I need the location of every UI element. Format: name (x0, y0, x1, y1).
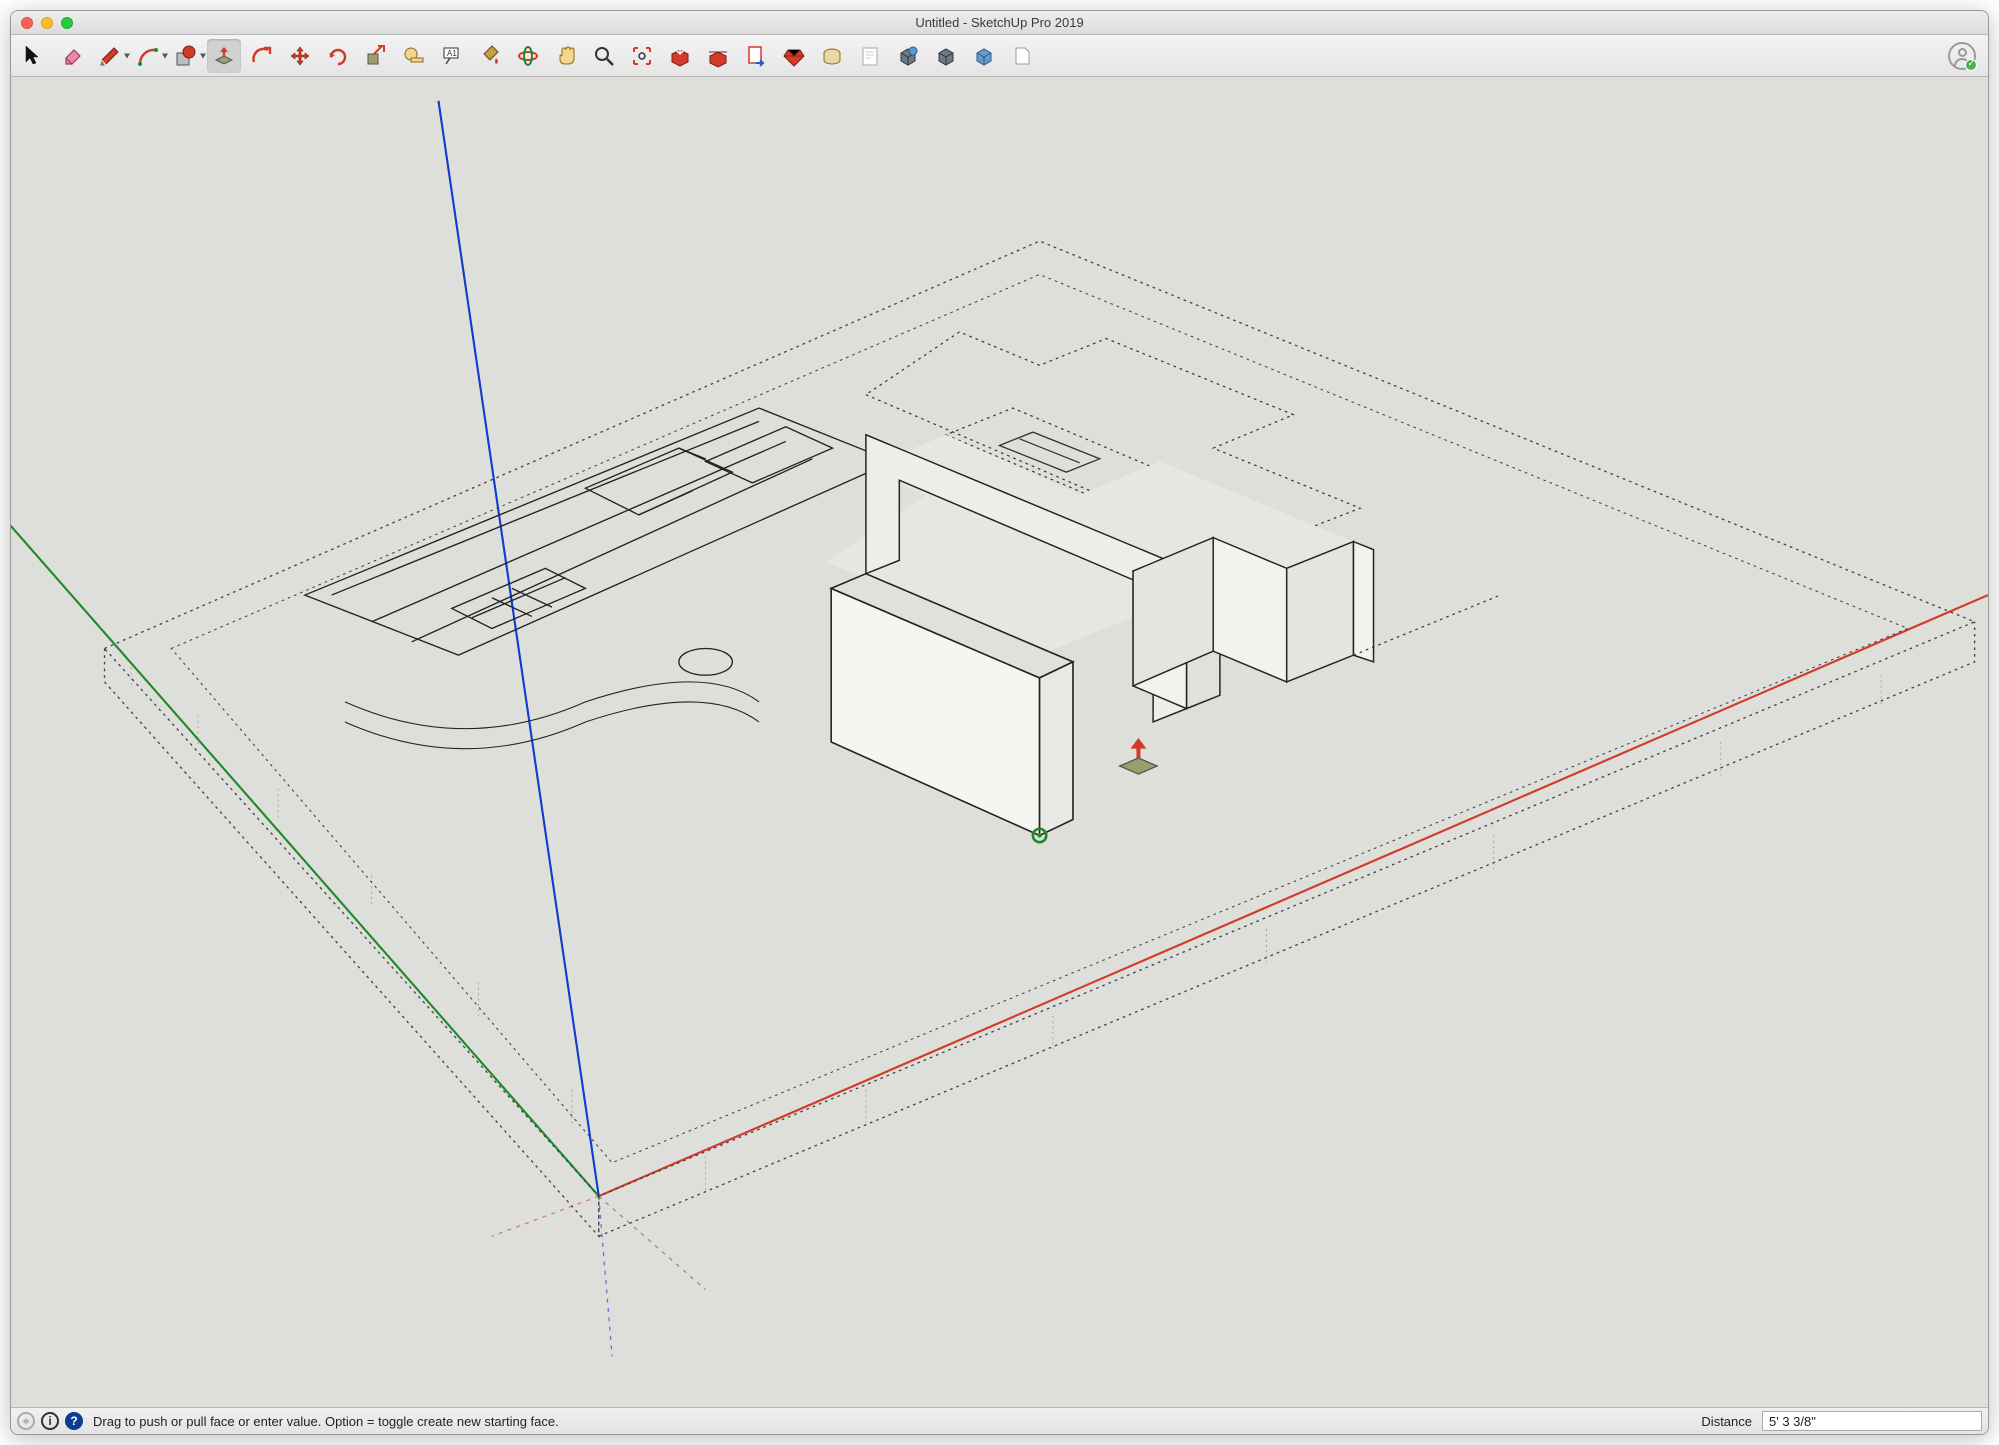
shapes-icon (174, 44, 198, 68)
text-icon: A1 (440, 44, 464, 68)
chevron-down-icon (124, 53, 130, 58)
chevron-down-icon (162, 53, 168, 58)
tape-measure-tool[interactable] (397, 39, 431, 73)
cube-icon (934, 44, 958, 68)
paper-icon (858, 44, 882, 68)
section-plane-tool[interactable] (815, 39, 849, 73)
zoom-window-button[interactable] (61, 17, 73, 29)
warehouse-share-tool[interactable] (701, 39, 735, 73)
check-badge-icon (1965, 59, 1977, 71)
user-icon (1958, 48, 1967, 57)
move-icon (288, 44, 312, 68)
page-icon (1010, 44, 1034, 68)
viewport[interactable] (11, 77, 1988, 1408)
model-info-tool[interactable] (1005, 39, 1039, 73)
tape-icon (402, 44, 426, 68)
svg-text:A1: A1 (447, 49, 457, 58)
status-message: Drag to push or pull face or enter value… (93, 1414, 559, 1429)
move-tool[interactable] (283, 39, 317, 73)
magnifier-icon (592, 44, 616, 68)
push-pull-tool[interactable] (207, 39, 241, 73)
zoom-tool[interactable] (587, 39, 621, 73)
push-pull-icon (212, 44, 236, 68)
push-pull-cursor (1120, 738, 1157, 774)
help-icon[interactable]: ? (65, 1412, 83, 1430)
user-account-button[interactable] (1948, 42, 1976, 70)
section-icon (820, 44, 844, 68)
warehouse-send-tool[interactable] (739, 39, 773, 73)
measurement-label: Distance (1701, 1414, 1752, 1429)
measurement-input[interactable]: 5' 3 3/8" (1762, 1411, 1982, 1431)
cube-icon (972, 44, 996, 68)
credits-icon[interactable]: i (41, 1412, 59, 1430)
measurement-value: 5' 3 3/8" (1769, 1414, 1816, 1429)
geo-location-icon[interactable]: ⌖ (17, 1412, 35, 1430)
minimize-window-button[interactable] (41, 17, 53, 29)
line-tool[interactable] (93, 39, 127, 73)
zoom-extents-tool[interactable] (625, 39, 659, 73)
paint-bucket-tool[interactable] (473, 39, 507, 73)
gem-icon (782, 44, 806, 68)
offset-icon (250, 44, 274, 68)
box-down-icon (668, 44, 692, 68)
hand-icon (554, 44, 578, 68)
scale-tool[interactable] (359, 39, 393, 73)
document-arrow-icon (744, 44, 768, 68)
rotate-icon (326, 44, 350, 68)
eraser-tool[interactable] (55, 39, 89, 73)
orbit-icon (516, 44, 540, 68)
chevron-down-icon (200, 53, 206, 58)
select-tool[interactable] (17, 39, 51, 73)
arc-tool[interactable] (131, 39, 165, 73)
app-window: Untitled - SketchUp Pro 2019 (10, 10, 1989, 1435)
pencil-icon (98, 44, 122, 68)
component-icon-2[interactable] (929, 39, 963, 73)
cube-icon (896, 44, 920, 68)
pan-tool[interactable] (549, 39, 583, 73)
close-window-button[interactable] (21, 17, 33, 29)
floorplan-left (305, 408, 893, 749)
toolbar: A1 (11, 35, 1988, 77)
orbit-tool[interactable] (511, 39, 545, 73)
text-tool[interactable]: A1 (435, 39, 469, 73)
scale-icon (364, 44, 388, 68)
component-icon-3[interactable] (967, 39, 1001, 73)
eraser-icon (60, 44, 84, 68)
box-open-icon (706, 44, 730, 68)
bucket-icon (478, 44, 502, 68)
zoom-extents-icon (630, 44, 654, 68)
shape-tool[interactable] (169, 39, 203, 73)
component-icon-1[interactable] (891, 39, 925, 73)
window-title: Untitled - SketchUp Pro 2019 (11, 15, 1988, 30)
titlebar[interactable]: Untitled - SketchUp Pro 2019 (11, 11, 1988, 35)
scene-canvas (11, 77, 1988, 1407)
statusbar: ⌖ i ? Drag to push or pull face or enter… (11, 1408, 1988, 1434)
offset-tool[interactable] (245, 39, 279, 73)
warehouse-get-tool[interactable] (663, 39, 697, 73)
extension-warehouse-tool[interactable] (777, 39, 811, 73)
cursor-icon (22, 44, 46, 68)
traffic-lights (11, 17, 73, 29)
extruded-walls (826, 435, 1501, 842)
arc-icon (136, 44, 160, 68)
rotate-tool[interactable] (321, 39, 355, 73)
layout-tool[interactable] (853, 39, 887, 73)
